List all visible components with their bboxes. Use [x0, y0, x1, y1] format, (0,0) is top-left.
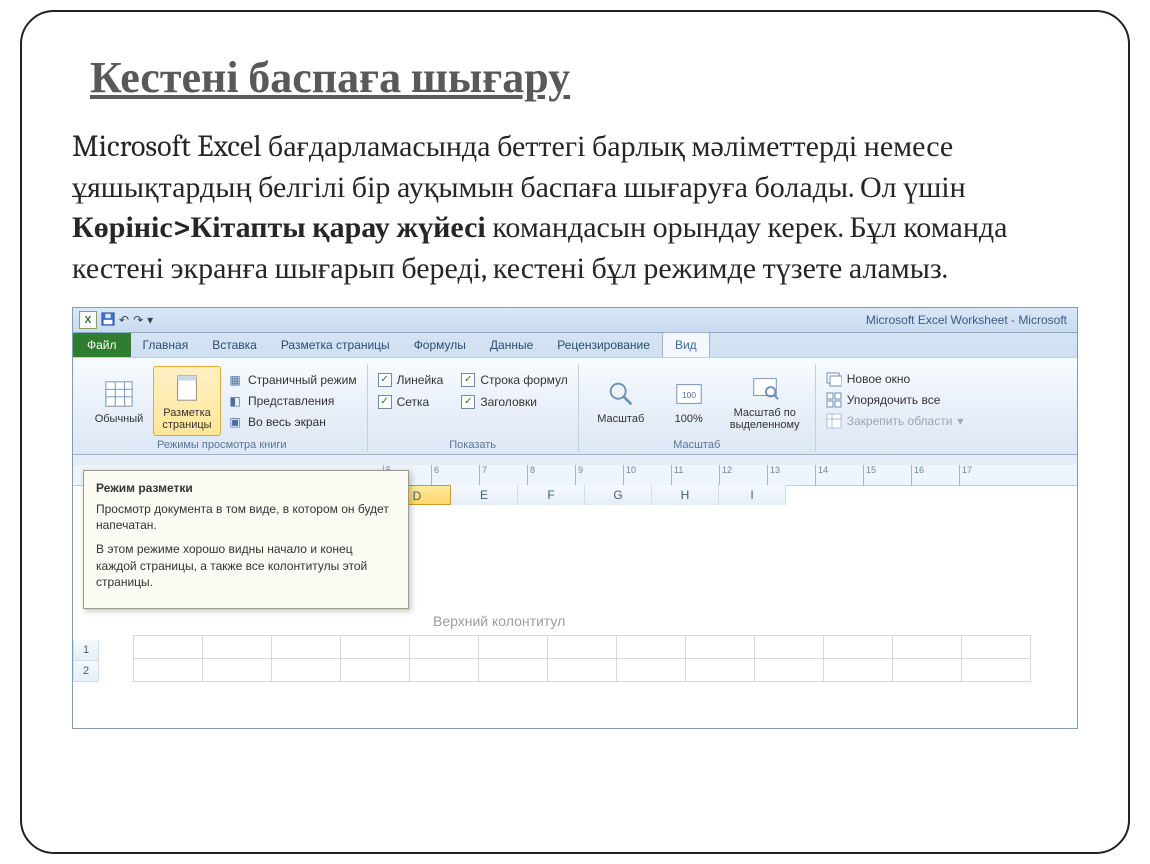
ribbon-tabs: Файл Главная Вставка Разметка страницы Ф… — [73, 333, 1077, 357]
quick-access-toolbar: X ↶ ↷ ▾ — [73, 311, 159, 329]
column-header-e[interactable]: E — [451, 485, 518, 505]
group-label-show: Показать — [376, 436, 570, 452]
custom-views-button[interactable]: ◧ Представления — [225, 392, 359, 410]
tab-home[interactable]: Главная — [131, 333, 201, 357]
ruler-tick: 17 — [959, 465, 972, 485]
undo-icon[interactable]: ↶ — [119, 313, 129, 327]
group-workbook-views: Обычный Разметка страницы ▦ Страничный р — [77, 364, 368, 452]
column-header-f[interactable]: F — [518, 485, 585, 505]
gridlines-checkbox[interactable]: ✓Сетка — [376, 394, 446, 410]
new-window-button[interactable]: Новое окно — [824, 370, 966, 388]
zoom-selection-icon — [748, 371, 782, 405]
row-header-1[interactable]: 1 — [73, 640, 99, 661]
body-text: Microsoft Excel бағдарламасында беттегі … — [72, 127, 1078, 289]
group-label-views: Режимы просмотра книги — [85, 436, 359, 452]
ruler-tick: 15 — [863, 465, 876, 485]
group-zoom: Масштаб 100 100% Масштаб по — [579, 364, 816, 452]
qat-dropdown-icon[interactable]: ▾ — [147, 313, 153, 327]
fullscreen-button[interactable]: ▣ Во весь экран — [225, 413, 359, 431]
ribbon: Обычный Разметка страницы ▦ Страничный р — [73, 357, 1077, 455]
page-layout-icon — [170, 371, 204, 405]
cell-grid — [133, 635, 1031, 682]
page-break-icon: ▦ — [227, 372, 243, 388]
tab-data[interactable]: Данные — [478, 333, 545, 357]
new-window-icon — [826, 371, 842, 387]
ruler-tick: 12 — [719, 465, 732, 485]
save-icon[interactable] — [101, 312, 115, 329]
slide-title: Кестені баспаға шығару — [90, 52, 1078, 103]
ruler-tick: 6 — [431, 465, 439, 485]
window-title: Microsoft Excel Worksheet - Microsoft — [159, 313, 1077, 327]
ruler-tick: 13 — [767, 465, 780, 485]
tab-review[interactable]: Рецензирование — [545, 333, 662, 357]
excel-app-icon: X — [79, 311, 97, 329]
tooltip-title: Режим разметки — [96, 481, 396, 495]
fullscreen-icon: ▣ — [227, 414, 243, 430]
excel-screenshot: X ↶ ↷ ▾ Microsoft Excel Worksheet - Micr… — [72, 307, 1078, 729]
arrange-all-icon — [826, 392, 842, 408]
zoom-button[interactable]: Масштаб — [587, 366, 655, 436]
zoom-100-button[interactable]: 100 100% — [655, 366, 723, 436]
svg-text:100: 100 — [682, 390, 696, 400]
custom-views-icon: ◧ — [227, 393, 243, 409]
ruler-tick: 8 — [527, 465, 535, 485]
group-show: ✓Линейка ✓Сетка ✓Строка формул ✓Заголовк… — [368, 364, 579, 452]
redo-icon[interactable]: ↷ — [133, 313, 143, 327]
page-layout-button[interactable]: Разметка страницы — [153, 366, 221, 436]
ruler-checkbox[interactable]: ✓Линейка — [376, 372, 446, 388]
row-header-2[interactable]: 2 — [73, 661, 99, 682]
normal-view-button[interactable]: Обычный — [85, 366, 153, 436]
tab-insert[interactable]: Вставка — [200, 333, 269, 357]
freeze-panes-icon — [826, 413, 842, 429]
ruler-tick: 10 — [623, 465, 636, 485]
titlebar: X ↶ ↷ ▾ Microsoft Excel Worksheet - Micr… — [73, 308, 1077, 332]
slide-frame: Кестені баспаға шығару Microsoft Excel б… — [20, 10, 1130, 854]
formula-bar-checkbox[interactable]: ✓Строка формул — [459, 372, 569, 388]
tab-view[interactable]: Вид — [662, 332, 710, 357]
column-header-g[interactable]: G — [585, 485, 652, 505]
header-placeholder[interactable]: Верхний колонтитул — [433, 613, 565, 629]
row-headers: 1 2 — [73, 640, 97, 682]
group-label-zoom: Масштаб — [587, 436, 807, 452]
tooltip-line2: В этом режиме хорошо видны начало и коне… — [96, 541, 396, 590]
column-header-i[interactable]: I — [719, 485, 786, 505]
zoom-selection-button[interactable]: Масштаб по выделенному — [723, 366, 807, 436]
ruler-tick: 11 — [671, 465, 683, 485]
normal-view-icon — [102, 377, 136, 411]
file-tab[interactable]: Файл — [73, 333, 131, 357]
freeze-panes-button[interactable]: Закрепить области ▾ — [824, 412, 966, 430]
ruler-tick: 14 — [815, 465, 828, 485]
page-break-view-button[interactable]: ▦ Страничный режим — [225, 371, 359, 389]
ruler-tick: 7 — [479, 465, 487, 485]
tab-formulas[interactable]: Формулы — [402, 333, 478, 357]
tooltip-line1: Просмотр документа в том виде, в котором… — [96, 501, 396, 533]
headings-checkbox[interactable]: ✓Заголовки — [459, 394, 569, 410]
tooltip-page-layout: Режим разметки Просмотр документа в том … — [83, 470, 409, 609]
zoom-100-icon: 100 — [672, 377, 706, 411]
ruler-tick: 9 — [575, 465, 583, 485]
column-header-h[interactable]: H — [652, 485, 719, 505]
group-window: Новое окно Упорядочить все — [816, 364, 974, 452]
zoom-icon — [604, 377, 638, 411]
tab-page-layout[interactable]: Разметка страницы — [269, 333, 402, 357]
arrange-all-button[interactable]: Упорядочить все — [824, 391, 966, 409]
ruler-tick: 16 — [911, 465, 924, 485]
